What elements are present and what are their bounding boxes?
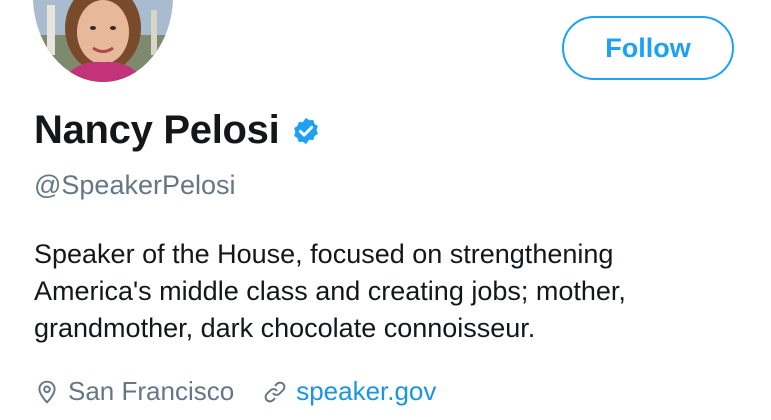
bio-line: America's middle class and creating jobs… [34, 276, 626, 306]
name-row: Nancy Pelosi [34, 108, 321, 153]
profile-handle: @SpeakerPelosi [34, 170, 236, 200]
profile-bio: Speaker of the House, focused on strengt… [34, 236, 744, 347]
location-pin-icon [34, 379, 60, 405]
follow-button[interactable]: Follow [562, 16, 734, 80]
location-text: San Francisco [68, 376, 235, 406]
website-link[interactable]: speaker.gov [296, 376, 436, 407]
verified-badge-icon [291, 116, 321, 146]
bio-line: grandmother, dark chocolate connoisseur. [34, 313, 536, 343]
link-icon [262, 379, 288, 405]
location-item: San Francisco [34, 376, 234, 407]
website-item[interactable]: speaker.gov [262, 376, 436, 407]
profile-header: Follow Nancy Pelosi @SpeakerPelosi Speak… [0, 0, 771, 420]
avatar[interactable] [33, 0, 173, 82]
follow-button-label: Follow [605, 32, 691, 63]
profile-meta: San Francisco speaker.gov [34, 376, 436, 407]
avatar-photo [33, 0, 173, 82]
bio-line: Speaker of the House, focused on strengt… [34, 239, 614, 269]
display-name: Nancy Pelosi [34, 108, 280, 152]
